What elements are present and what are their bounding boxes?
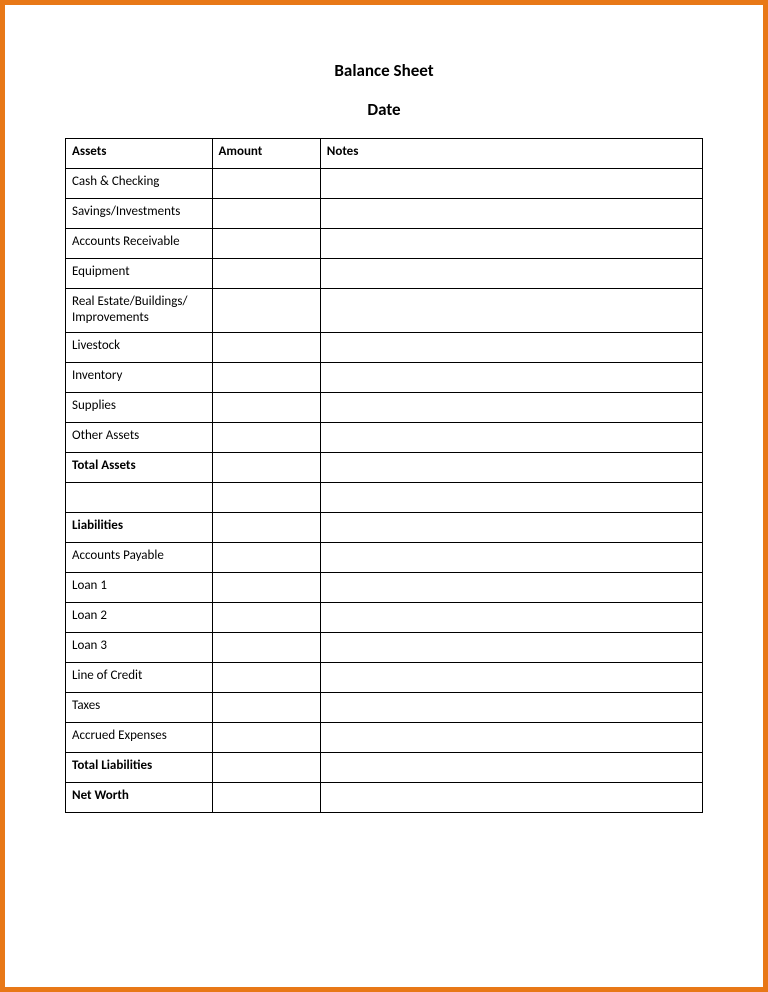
row-amount xyxy=(212,229,320,259)
row-label: Other Assets xyxy=(66,422,213,452)
row-amount xyxy=(212,512,320,542)
row-notes xyxy=(320,332,702,362)
row-amount xyxy=(212,782,320,812)
row-notes xyxy=(320,602,702,632)
row-amount xyxy=(212,572,320,602)
table-row: Total Liabilities xyxy=(66,752,703,782)
row-notes xyxy=(320,362,702,392)
table-row: Other Assets xyxy=(66,422,703,452)
row-amount xyxy=(212,289,320,333)
row-amount xyxy=(212,259,320,289)
table-row: Cash & Checking xyxy=(66,169,703,199)
row-amount xyxy=(212,452,320,482)
table-row: Total Assets xyxy=(66,452,703,482)
row-amount xyxy=(212,332,320,362)
row-amount xyxy=(212,542,320,572)
row-amount xyxy=(212,662,320,692)
row-amount xyxy=(212,722,320,752)
table-header-row: Assets Amount Notes xyxy=(66,139,703,169)
table-row: Loan 3 xyxy=(66,632,703,662)
table-row: Real Estate/Buildings/Improvements xyxy=(66,289,703,333)
row-label: Cash & Checking xyxy=(66,169,213,199)
row-label: Inventory xyxy=(66,362,213,392)
row-amount xyxy=(212,362,320,392)
row-amount xyxy=(212,199,320,229)
row-label: Loan 1 xyxy=(66,572,213,602)
row-notes xyxy=(320,632,702,662)
row-notes xyxy=(320,289,702,333)
table-row: Savings/Investments xyxy=(66,199,703,229)
table-row: Liabilities xyxy=(66,512,703,542)
row-label xyxy=(66,482,213,512)
table-row: Net Worth xyxy=(66,782,703,812)
row-notes xyxy=(320,422,702,452)
row-label: Accrued Expenses xyxy=(66,722,213,752)
row-notes xyxy=(320,392,702,422)
row-label: Livestock xyxy=(66,332,213,362)
table-row: Inventory xyxy=(66,362,703,392)
row-label: Liabilities xyxy=(66,512,213,542)
row-label: Savings/Investments xyxy=(66,199,213,229)
table-row: Accounts Payable xyxy=(66,542,703,572)
row-amount xyxy=(212,632,320,662)
table-row: Accounts Receivable xyxy=(66,229,703,259)
row-amount xyxy=(212,422,320,452)
row-amount xyxy=(212,752,320,782)
table-row: Equipment xyxy=(66,259,703,289)
row-label: Loan 3 xyxy=(66,632,213,662)
table-row: Line of Credit xyxy=(66,662,703,692)
row-notes xyxy=(320,572,702,602)
row-amount xyxy=(212,602,320,632)
row-notes xyxy=(320,452,702,482)
document-page: Balance Sheet Date Assets Amount Notes C… xyxy=(0,0,768,992)
row-notes xyxy=(320,752,702,782)
table-row: Accrued Expenses xyxy=(66,722,703,752)
row-notes xyxy=(320,199,702,229)
balance-sheet-table: Assets Amount Notes Cash & CheckingSavin… xyxy=(65,138,703,813)
table-row: Supplies xyxy=(66,392,703,422)
row-amount xyxy=(212,169,320,199)
table-row: Loan 1 xyxy=(66,572,703,602)
row-notes xyxy=(320,512,702,542)
header-notes: Notes xyxy=(320,139,702,169)
row-notes xyxy=(320,782,702,812)
row-notes xyxy=(320,692,702,722)
row-notes xyxy=(320,169,702,199)
row-label: Supplies xyxy=(66,392,213,422)
table-row xyxy=(66,482,703,512)
row-label: Net Worth xyxy=(66,782,213,812)
row-label: Accounts Receivable xyxy=(66,229,213,259)
table-row: Livestock xyxy=(66,332,703,362)
row-label: Total Assets xyxy=(66,452,213,482)
row-label: Equipment xyxy=(66,259,213,289)
page-title: Balance Sheet xyxy=(65,60,703,81)
row-label: Accounts Payable xyxy=(66,542,213,572)
row-notes xyxy=(320,482,702,512)
row-label: Total Liabilities xyxy=(66,752,213,782)
row-amount xyxy=(212,482,320,512)
row-label: Real Estate/Buildings/Improvements xyxy=(66,289,213,333)
row-label: Taxes xyxy=(66,692,213,722)
row-notes xyxy=(320,722,702,752)
table-row: Taxes xyxy=(66,692,703,722)
row-label: Loan 2 xyxy=(66,602,213,632)
row-label: Line of Credit xyxy=(66,662,213,692)
header-assets: Assets xyxy=(66,139,213,169)
row-amount xyxy=(212,392,320,422)
row-notes xyxy=(320,662,702,692)
header-amount: Amount xyxy=(212,139,320,169)
row-notes xyxy=(320,229,702,259)
row-amount xyxy=(212,692,320,722)
table-row: Loan 2 xyxy=(66,602,703,632)
row-notes xyxy=(320,259,702,289)
page-subtitle: Date xyxy=(65,99,703,120)
row-notes xyxy=(320,542,702,572)
